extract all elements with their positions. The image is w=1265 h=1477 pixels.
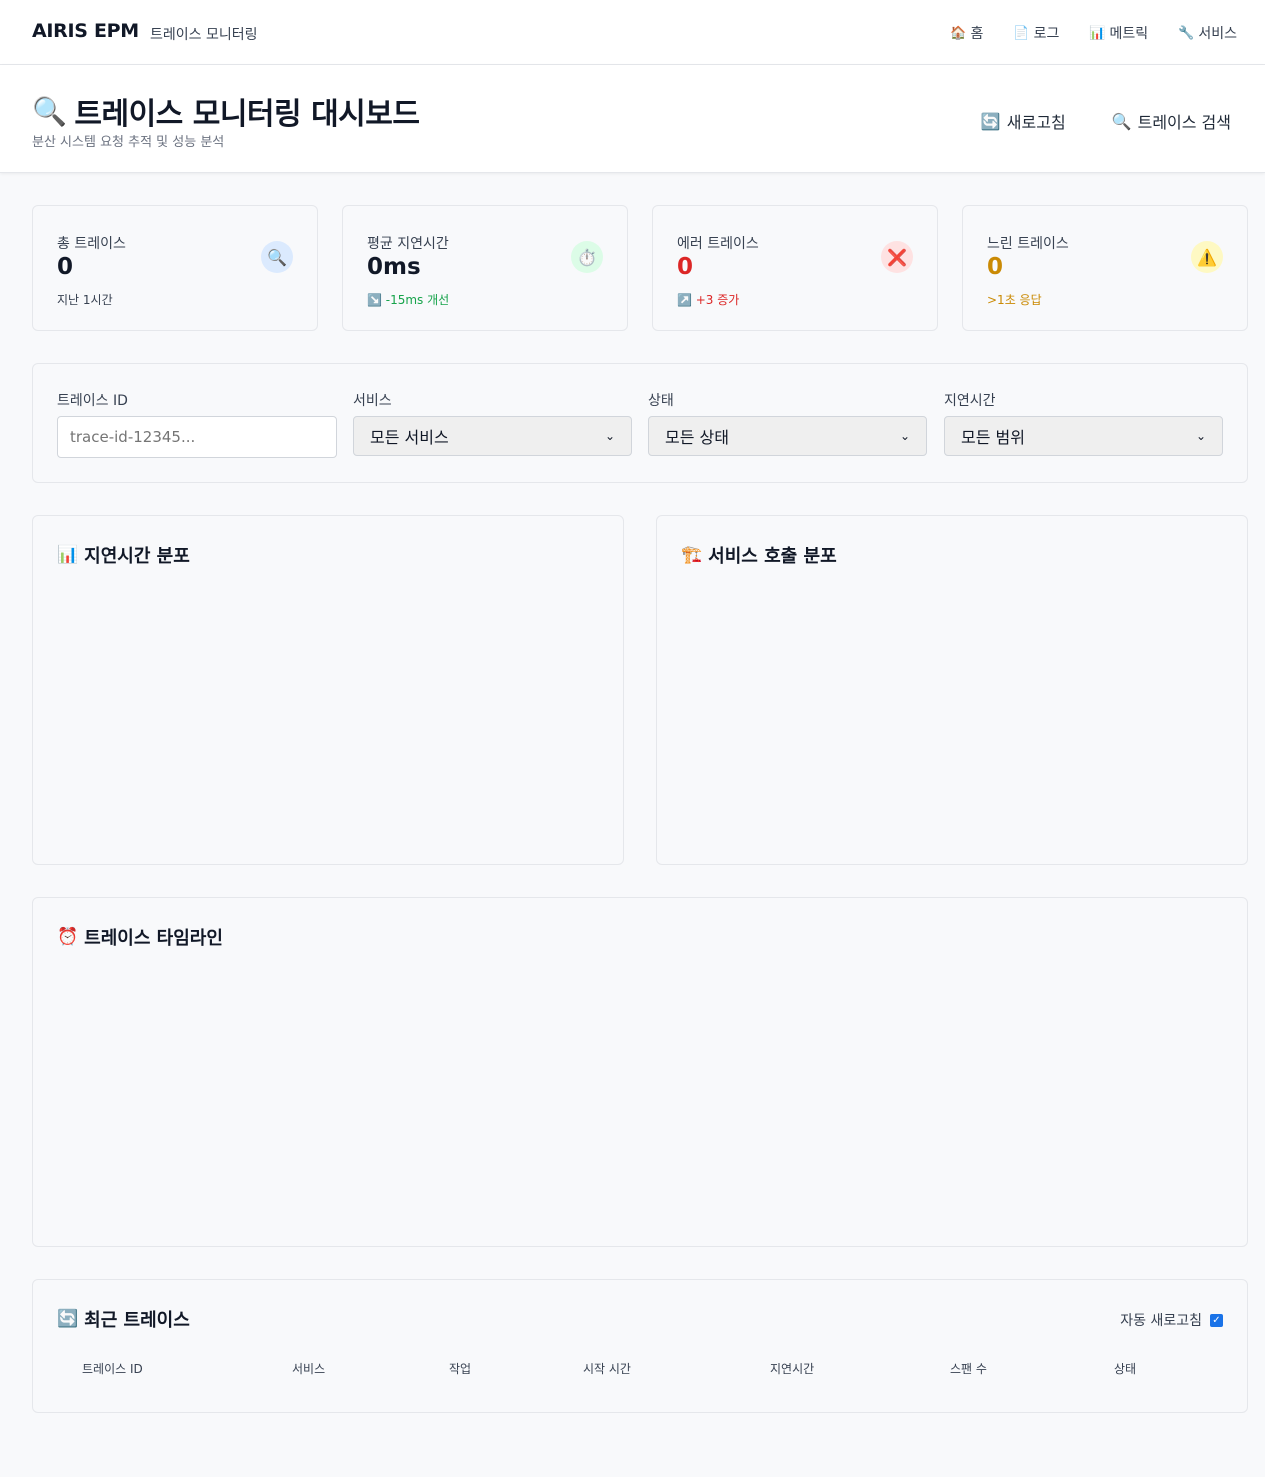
panel-title-text: 서비스 호출 분포: [708, 546, 837, 567]
service-filter-label: 서비스: [353, 393, 392, 409]
error-icon: ❌: [881, 241, 913, 273]
nav-link-label: 홈: [970, 26, 984, 42]
latency-select[interactable]: 모든 범위 ⌄: [944, 416, 1223, 456]
nav-link-metrics[interactable]: 📊 메트릭: [1089, 23, 1148, 43]
auto-refresh-checkbox[interactable]: ✓: [1210, 1313, 1223, 1327]
latency-select-value: 모든 범위: [961, 428, 1025, 447]
stat-label: 느린 트레이스: [987, 236, 1069, 252]
filter-panel: 트레이스 ID 서비스 모든 서비스 ⌄ 상태 모든 상태 ⌄ 지연시간 모든 …: [32, 363, 1248, 483]
stat-value: 0: [57, 254, 74, 280]
stat-label: 평균 지연시간: [367, 236, 449, 252]
stat-value: 0: [987, 254, 1004, 280]
document-icon: 📄: [1013, 25, 1030, 41]
stat-note: 지난 1시간: [57, 293, 113, 307]
column-header-latency[interactable]: 지연시간: [770, 1360, 814, 1377]
refresh-button-label: 새로고침: [1006, 113, 1066, 132]
stat-card-total-traces: 총 트레이스 0 지난 1시간 🔍: [32, 205, 318, 331]
panel-title: 🏗️ 서비스 호출 분포: [681, 542, 837, 568]
refresh-button[interactable]: 🔄 새로고침: [981, 109, 1066, 133]
status-select-value: 모든 상태: [665, 428, 729, 447]
panel-title: 📊 지연시간 분포: [57, 542, 190, 568]
bar-chart-icon: 📊: [1089, 25, 1106, 41]
page-title-text: 트레이스 모니터링 대시보드: [74, 97, 420, 132]
bar-chart-icon: 📊: [57, 545, 79, 565]
column-header-start-time[interactable]: 시작 시간: [583, 1360, 631, 1377]
stat-label: 에러 트레이스: [677, 236, 759, 252]
brand-logo[interactable]: AIRIS EPM: [32, 20, 139, 42]
panel-title: 🔄 최근 트레이스: [57, 1306, 190, 1332]
status-select[interactable]: 모든 상태 ⌄: [648, 416, 927, 456]
trace-search-button-label: 트레이스 검색: [1137, 113, 1231, 132]
trace-timeline-panel: ⏰ 트레이스 타임라인: [32, 897, 1248, 1247]
nav-link-label: 메트릭: [1109, 26, 1149, 42]
latency-distribution-panel: 📊 지연시간 분포: [32, 515, 624, 865]
latency-filter-label: 지연시간: [944, 393, 996, 409]
nav-links: 🏠 홈 📄 로그 📊 메트릭 🔧 서비스: [950, 23, 1237, 43]
stat-value: 0: [677, 254, 694, 280]
column-header-service[interactable]: 서비스: [292, 1360, 325, 1377]
chevron-down-icon: ⌄: [604, 429, 615, 443]
top-navbar: AIRIS EPM 트레이스 모니터링 🏠 홈 📄 로그 📊 메트릭 🔧 서비스: [0, 0, 1265, 65]
search-icon: 🔍: [1111, 111, 1132, 131]
chevron-down-icon: ⌄: [1195, 429, 1206, 443]
auto-refresh-toggle: 자동 새로고침 ✓: [1120, 1310, 1223, 1330]
stat-card-avg-latency: 평균 지연시간 0ms ↘️ -15ms 개선 ⏱️: [342, 205, 628, 331]
stat-card-error-traces: 에러 트레이스 0 ↗️ +3 증가 ❌: [652, 205, 938, 331]
wrench-icon: 🔧: [1178, 25, 1195, 41]
stat-card-slow-traces: 느린 트레이스 0 >1초 응답 ⚠️: [962, 205, 1248, 331]
column-header-operation[interactable]: 작업: [449, 1360, 471, 1377]
service-select[interactable]: 모든 서비스 ⌄: [353, 416, 632, 456]
panel-title-text: 최근 트레이스: [84, 1310, 190, 1331]
stopwatch-icon: ⏱️: [571, 241, 603, 273]
warning-icon: ⚠️: [1191, 241, 1223, 273]
nav-link-services[interactable]: 🔧 서비스: [1178, 23, 1237, 43]
stat-value: 0ms: [367, 254, 421, 280]
nav-link-home[interactable]: 🏠 홈: [950, 23, 983, 43]
nav-link-label: 로그: [1033, 26, 1060, 42]
trace-id-label: 트레이스 ID: [57, 393, 128, 409]
stat-note: ↗️ +3 증가: [677, 293, 740, 307]
chevron-down-icon: ⌄: [899, 429, 910, 443]
panel-title-text: 트레이스 타임라인: [84, 928, 223, 949]
column-header-trace-id[interactable]: 트레이스 ID: [82, 1360, 143, 1377]
service-calls-panel: 🏗️ 서비스 호출 분포: [656, 515, 1248, 865]
construction-icon: 🏗️: [681, 545, 703, 565]
auto-refresh-label: 자동 새로고침: [1120, 1313, 1202, 1329]
page-header: 🔍 트레이스 모니터링 대시보드 분산 시스템 요청 추적 및 성능 분석 🔄 …: [0, 65, 1265, 173]
brand-subtitle: 트레이스 모니터링: [150, 27, 258, 43]
stat-label: 총 트레이스: [57, 236, 126, 252]
status-filter-label: 상태: [648, 393, 674, 409]
nav-link-label: 서비스: [1198, 26, 1237, 42]
panel-title-text: 지연시간 분포: [84, 546, 190, 567]
column-header-span-count[interactable]: 스팬 수: [950, 1360, 987, 1377]
magnifier-icon: 🔍: [32, 94, 67, 128]
header-actions: 🔄 새로고침 🔍 트레이스 검색: [981, 109, 1231, 133]
recent-traces-panel: 🔄 최근 트레이스 자동 새로고침 ✓ 트레이스 ID 서비스 작업 시작 시간…: [32, 1279, 1248, 1413]
service-select-value: 모든 서비스: [370, 428, 449, 447]
stat-note: >1초 응답: [987, 293, 1042, 307]
page-title: 🔍 트레이스 모니터링 대시보드: [32, 89, 420, 133]
alarm-clock-icon: ⏰: [57, 927, 79, 947]
stat-note: ↘️ -15ms 개선: [367, 293, 450, 307]
trace-id-input[interactable]: [57, 416, 337, 458]
column-header-status[interactable]: 상태: [1114, 1360, 1136, 1377]
home-icon: 🏠: [950, 25, 967, 41]
search-icon: 🔍: [261, 241, 293, 273]
panel-title: ⏰ 트레이스 타임라인: [57, 924, 223, 950]
page-subtitle: 분산 시스템 요청 추적 및 성능 분석: [32, 135, 225, 150]
trace-search-button[interactable]: 🔍 트레이스 검색: [1112, 109, 1231, 133]
refresh-icon: 🔄: [980, 111, 1001, 131]
refresh-icon: 🔄: [57, 1309, 79, 1329]
nav-link-logs[interactable]: 📄 로그: [1013, 23, 1059, 43]
